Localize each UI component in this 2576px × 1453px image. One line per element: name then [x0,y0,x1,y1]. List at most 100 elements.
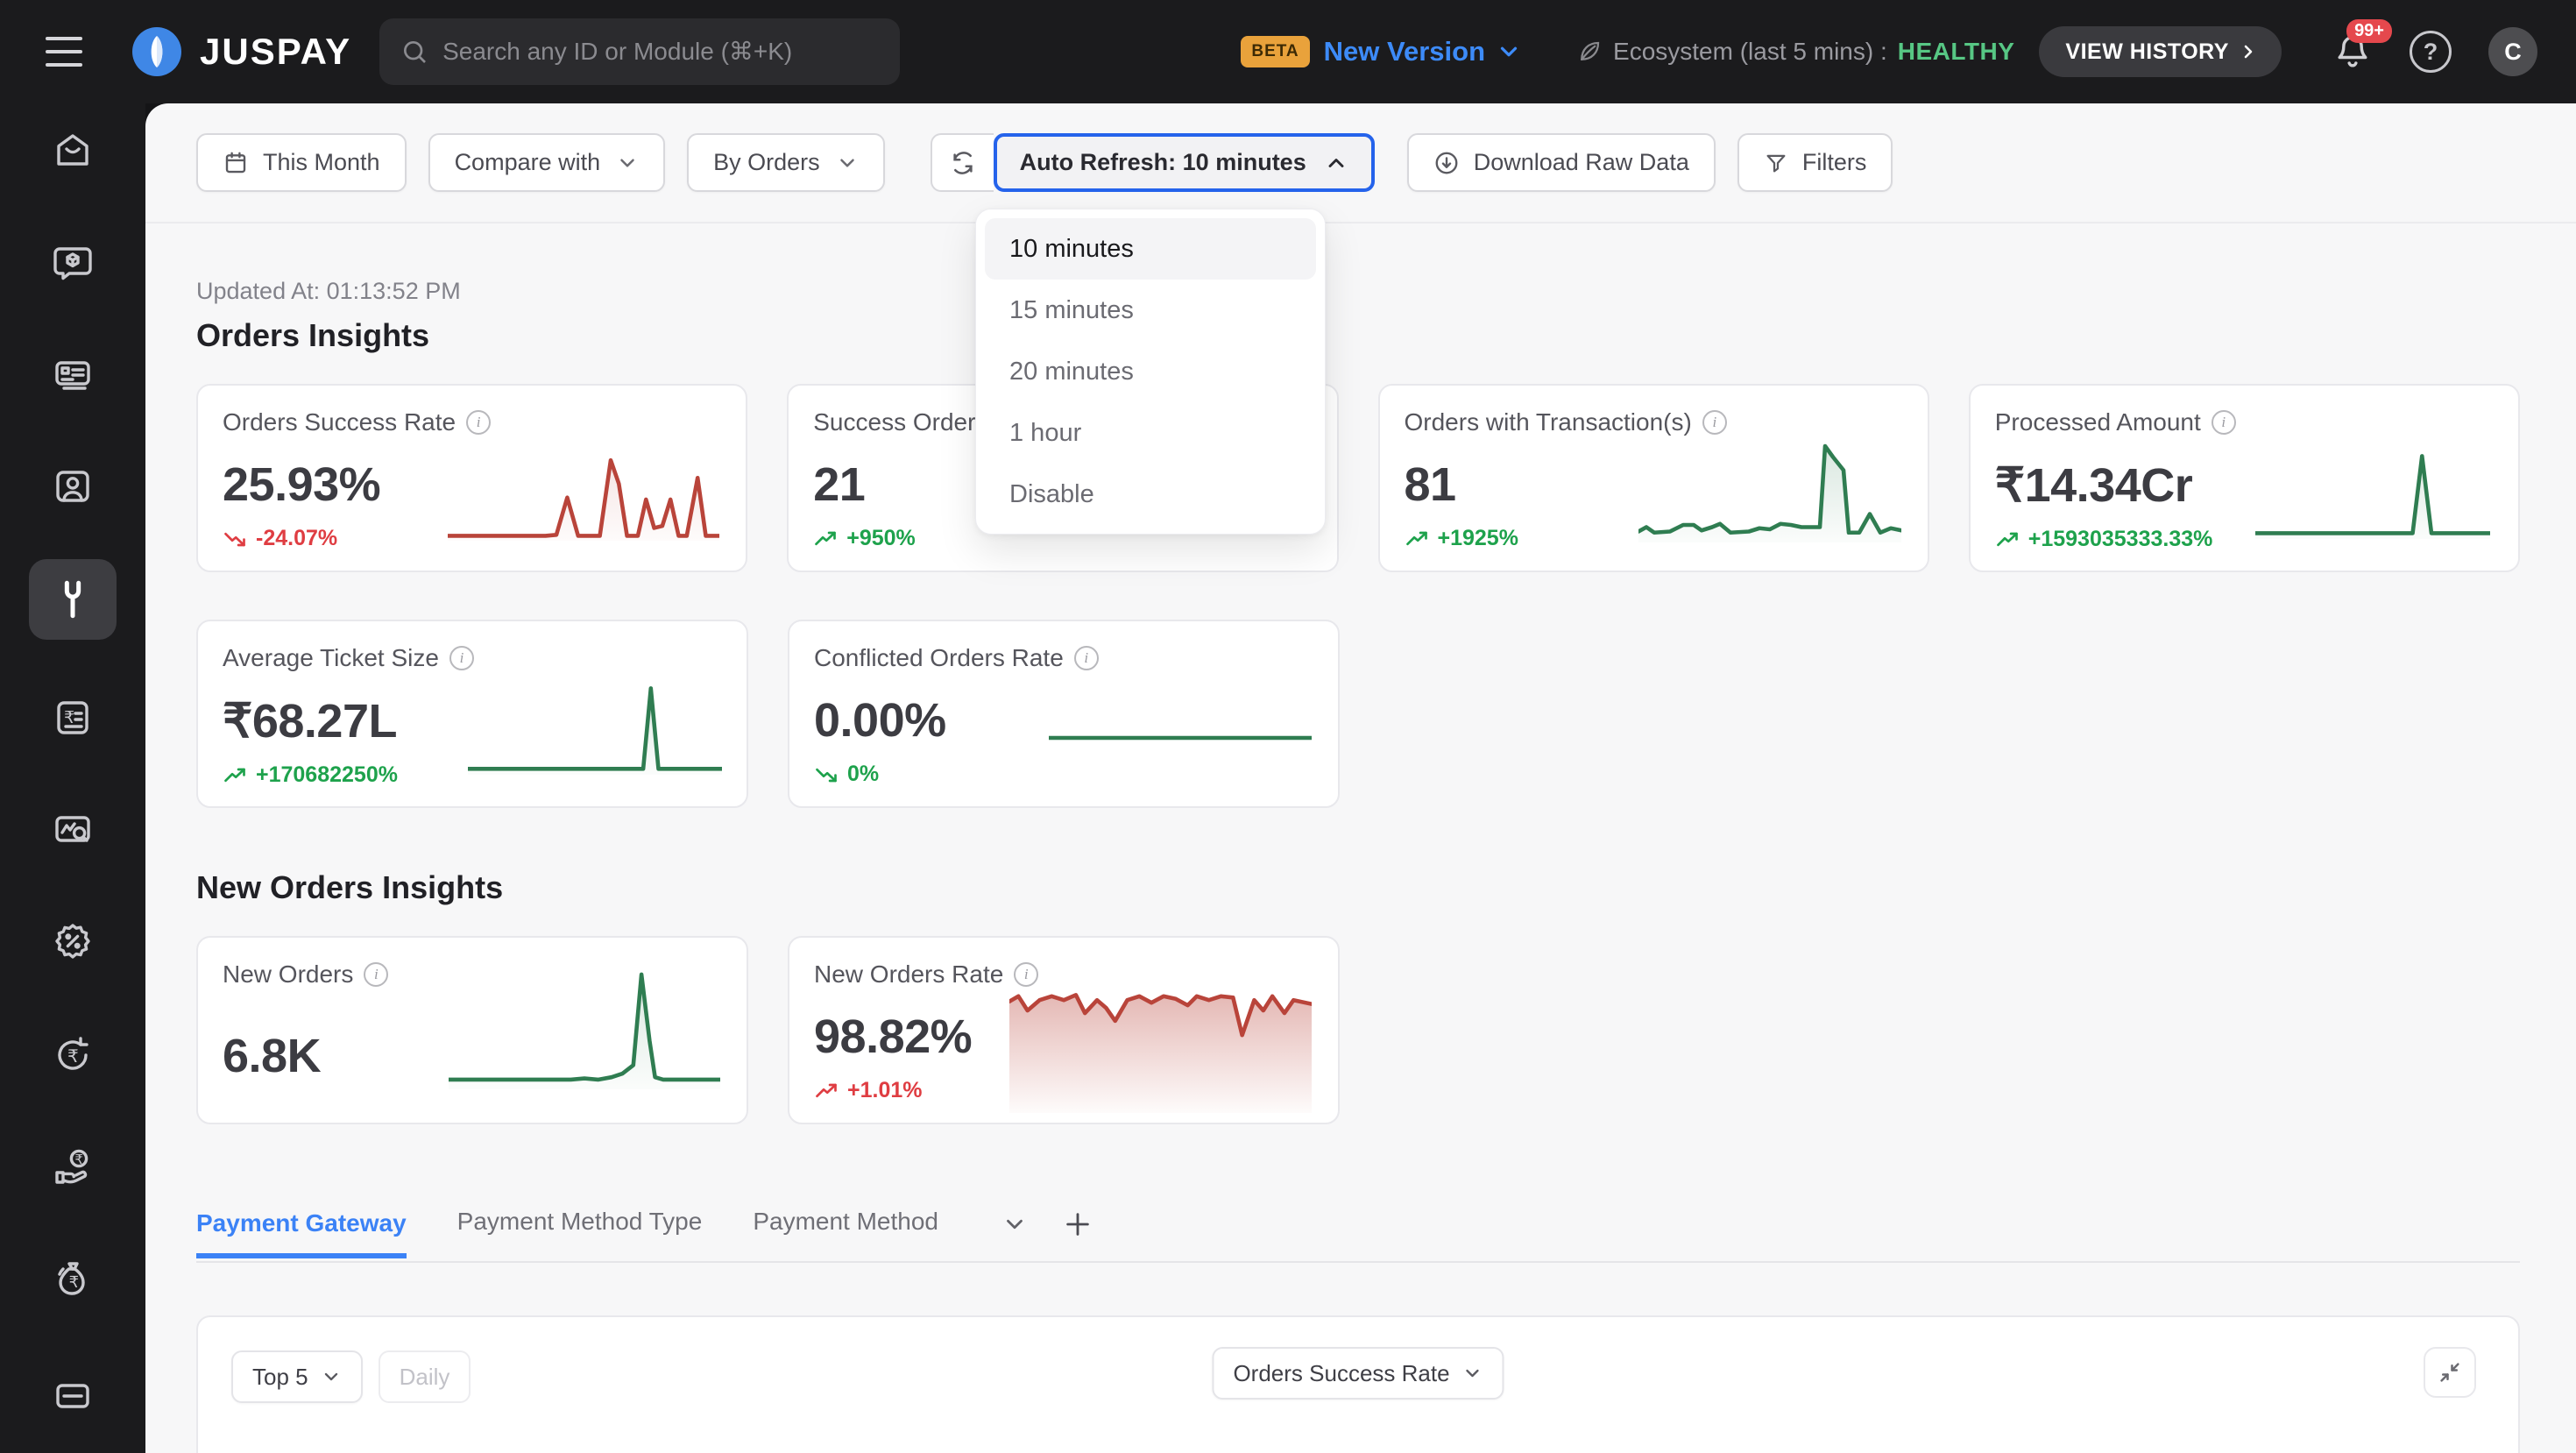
metric-card-new-orders: New Ordersi 6.8K [196,936,748,1124]
sidebar-item-cards[interactable] [52,1375,94,1417]
filter-icon [1764,151,1788,175]
chevron-right-icon [2238,41,2259,62]
trending-down-icon [223,527,247,551]
view-history-button[interactable]: VIEW HISTORY [2039,26,2282,77]
compare-with-button[interactable]: Compare with [428,133,666,192]
brand-logo: JUSPAY [131,26,351,77]
new-orders-insights-heading: New Orders Insights [196,869,2520,906]
refresh-button[interactable] [931,133,994,192]
chevron-down-icon[interactable] [1001,1211,1028,1237]
collapse-icon [2437,1359,2463,1386]
card-icon [52,1375,94,1417]
trending-up-icon [1405,527,1429,551]
sparkline-chart [449,968,720,1089]
auto-refresh-button[interactable]: Auto Refresh: 10 minutes [994,133,1375,192]
group-by-button[interactable]: By Orders [687,133,885,192]
sparkline-chart [1049,684,1312,771]
ecosystem-label: Ecosystem (last 5 mins) : [1613,38,1887,66]
download-raw-data-button[interactable]: Download Raw Data [1407,133,1716,192]
metric-card-average-ticket-size: Average Ticket Sizei ₹68.27L +170682250% [196,620,748,808]
add-tab-icon[interactable] [1063,1209,1093,1239]
auto-refresh-menu: 10 minutes 15 minutes 20 minutes 1 hour … [975,209,1326,535]
dashboard-content: Updated At: 01:13:52 PM Orders Insights … [145,278,2576,1453]
filters-button[interactable]: Filters [1737,133,1893,192]
svg-text:₹: ₹ [67,1047,79,1067]
tab-payment-method[interactable]: Payment Method [753,1208,938,1257]
sparkline-chart [1638,433,1901,542]
new-version-link[interactable]: New Version [1324,36,1485,67]
sidebar-item-customers[interactable] [52,465,94,507]
top-n-select[interactable]: Top 5 [231,1350,363,1403]
sidebar-item-checkout[interactable] [52,354,94,396]
chevron-down-icon [616,152,639,174]
chevron-down-icon [1462,1363,1483,1384]
sidebar-item-analytics[interactable] [52,809,94,851]
svg-text:₹: ₹ [69,1273,79,1291]
granularity-button[interactable]: Daily [379,1350,471,1403]
sidebar-item-refunds[interactable]: ₹ [52,1034,94,1076]
home-icon [52,129,94,171]
trending-up-icon [814,1079,839,1103]
menu-item-20-minutes[interactable]: 20 minutes [985,341,1316,402]
user-avatar[interactable]: C [2488,27,2537,76]
calendar-icon [223,150,249,176]
juspay-logo-icon [131,26,182,77]
menu-item-disable[interactable]: Disable [985,464,1316,525]
menu-icon[interactable] [46,37,82,67]
sidebar-item-payouts[interactable]: ₹ [52,1145,94,1187]
offers-percent-icon [52,920,94,962]
product-box-icon [52,242,94,284]
new-orders-insights-row: New Ordersi 6.8K New Orders Ratei 98.82%… [196,936,2520,1124]
refund-rupee-icon: ₹ [52,1034,94,1076]
sidebar-item-products[interactable] [52,242,94,284]
global-search[interactable] [379,18,900,85]
menu-item-10-minutes[interactable]: 10 minutes [985,218,1316,280]
menu-item-1-hour[interactable]: 1 hour [985,402,1316,464]
help-button[interactable]: ? [2410,31,2452,73]
navbar-right-cluster: BETA New Version Ecosystem (last 5 mins)… [1241,26,2537,77]
metric-card-processed-amount: Processed Amounti ₹14.34Cr +1593035333.3… [1969,384,2520,572]
info-icon[interactable]: i [1074,646,1099,670]
trending-up-icon [223,763,247,788]
orders-insights-heading: Orders Insights [196,317,2520,354]
dashboard-toolbar: This Month Compare with By Orders Auto R… [145,103,2576,223]
svg-text:₹: ₹ [64,709,74,727]
breakdown-panel: Top 5 Daily Orders Success Rate [196,1315,2520,1453]
menu-item-15-minutes[interactable]: 15 minutes [985,280,1316,341]
sparkline-chart [468,677,722,775]
info-icon[interactable]: i [449,646,474,670]
analytics-search-icon [52,809,94,851]
updated-at-text: Updated At: 01:13:52 PM [196,278,2520,305]
sparkline-chart [1009,983,1312,1113]
card-list-icon [52,354,94,396]
tab-payment-gateway[interactable]: Payment Gateway [196,1209,407,1258]
notifications-button[interactable]: 99+ [2332,32,2373,72]
info-icon[interactable]: i [1702,410,1727,435]
chevron-down-icon[interactable] [1496,39,1522,65]
refresh-icon [950,150,976,176]
sidebar-item-home[interactable] [52,129,94,171]
info-icon[interactable]: i [364,962,388,987]
brand-name: JUSPAY [200,31,351,73]
sidebar-item-tools-active[interactable] [29,559,117,640]
tab-payment-method-type[interactable]: Payment Method Type [457,1208,703,1257]
search-icon [400,38,428,66]
info-icon[interactable]: i [466,410,491,435]
metric-select[interactable]: Orders Success Rate [1212,1347,1504,1400]
sparkline-chart [2255,443,2490,539]
search-input[interactable] [442,38,879,66]
collapse-expand-button[interactable] [2424,1347,2476,1398]
breakdown-tabs: Payment Gateway Payment Method Type Paym… [196,1203,2520,1263]
wrench-icon [51,578,95,621]
metric-card-conflicted-orders-rate: Conflicted Orders Ratei 0.00% 0% [788,620,1340,808]
metric-card-orders-with-transactions: Orders with Transaction(s)i 81 +1925% [1378,384,1929,572]
date-range-button[interactable]: This Month [196,133,407,192]
ecosystem-status-badge: HEALTHY [1898,38,2015,66]
chevron-down-icon [836,152,859,174]
orders-insights-row-1: Orders Success Ratei 25.93% -24.07% Succ… [196,384,2520,572]
sidebar-item-transactions[interactable]: ₹ [52,697,94,739]
sidebar-item-settlements[interactable]: ₹ [52,1258,94,1300]
sidebar-item-offers[interactable] [52,920,94,962]
info-icon[interactable]: i [2212,410,2236,435]
settlement-bag-icon: ₹ [52,1258,94,1300]
